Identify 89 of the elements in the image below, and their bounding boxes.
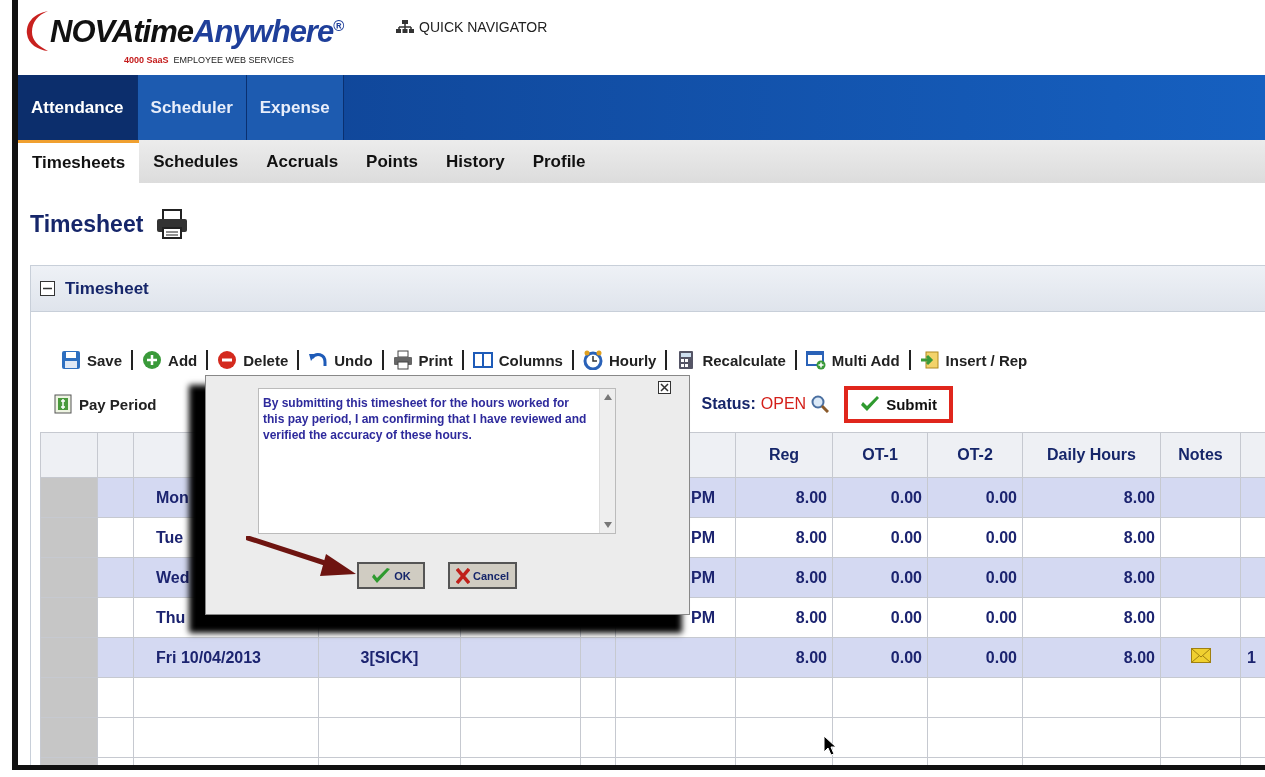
envelope-icon[interactable] [1190,648,1211,663]
column-header[interactable]: OT-2 [927,432,1023,478]
status-value: OPEN [760,395,807,413]
edition-label: 4000 SaaS [124,55,169,65]
table-cell: 1 [1247,648,1256,666]
panel-title: Timesheet [65,278,149,299]
sub-tab[interactable]: Profile [518,140,600,183]
sub-tab[interactable]: Points [352,140,433,183]
logo-swoosh-icon [26,10,48,52]
collapse-icon[interactable] [40,281,55,296]
table-cell: 0.00 [890,528,922,546]
checkmark-icon [371,567,392,584]
date-cell: Mon [156,488,189,506]
date-cell: Thu [156,608,186,626]
logo-wordmark: NOVAtime [50,14,193,49]
search-icon[interactable] [811,395,830,413]
date-cell: Tue [156,528,184,546]
scrollbar[interactable] [599,389,615,533]
table-cell: 8.00 [1123,608,1155,626]
column-header[interactable]: Daily Hours [1022,432,1161,478]
table-cell: 8.00 [795,488,827,506]
table-cell: 3[SICK] [360,648,419,666]
main-tab[interactable]: Expense [246,75,344,140]
checkmark-icon [860,396,881,412]
sub-tab[interactable]: History [432,140,519,183]
toolbar-button[interactable]: Columns [472,350,563,370]
table-cell: 0.00 [985,488,1017,506]
tagline: EMPLOYEE WEB SERVICES [173,55,294,65]
table-cell: 8.00 [1123,488,1155,506]
table-cell: 8.00 [795,568,827,586]
time-cell: PM [691,488,715,506]
page-title: Timesheet [30,210,144,238]
delete-icon [217,350,238,370]
toolbar-button[interactable]: Print [392,350,453,370]
quick-navigator-link[interactable]: QUICK NAVIGATOR [396,19,548,35]
table-cell: 8.00 [1123,528,1155,546]
toolbar-button[interactable]: Undo [308,350,373,370]
toolbar-button[interactable]: Save [61,350,123,370]
registered-mark: ® [333,16,344,34]
column-header[interactable]: Reg [735,432,833,478]
main-tab[interactable]: Attendance [18,75,138,140]
scroll-down-icon[interactable] [603,522,612,528]
time-cell: PM [691,568,715,586]
sub-tab[interactable]: Timesheets [18,140,140,183]
table-cell: 8.00 [1123,648,1155,666]
time-cell: PM [691,528,715,546]
add-icon [142,350,163,370]
toolbar-button[interactable]: Delete [217,350,289,370]
insert-icon [919,350,940,370]
date-cell: Fri 10/04/2013 [156,648,261,666]
cancel-button[interactable]: Cancel [448,562,518,589]
org-chart-icon [396,20,414,34]
confirmation-message: By submitting this timesheet for the hours worked for this pay period, I am confirming that I have reviewed and verified the accuracy of these hours. [263,395,587,444]
table-cell: 0.00 [985,608,1017,626]
submit-button[interactable]: Submit [844,385,953,423]
logo-wordmark-suffix: Anywhere [193,14,334,49]
toolbar-button[interactable]: Recalculate [676,350,786,370]
toolbar-button[interactable]: Add [142,350,198,370]
save-icon [61,350,81,370]
table-cell: 0.00 [890,608,922,626]
sub-tab[interactable]: Accruals [252,140,353,183]
table-cell: 0.00 [985,528,1017,546]
close-icon[interactable] [658,381,671,394]
columns-icon [472,350,493,370]
printer-icon[interactable] [155,208,190,240]
print-icon [392,350,413,370]
pay-period-button[interactable]: Pay Period [53,394,157,414]
toolbar-button[interactable]: Multi Add [805,350,900,370]
table-cell: 8.00 [795,528,827,546]
table-cell: 8.00 [795,648,827,666]
table-cell: 0.00 [985,568,1017,586]
column-header[interactable]: Notes [1160,432,1241,478]
sub-tab[interactable]: Schedules [139,140,253,183]
scroll-up-icon[interactable] [603,394,612,400]
time-cell: PM [691,608,715,626]
table-cell: 8.00 [1123,568,1155,586]
message-box[interactable]: By submitting this timesheet for the hours worked for this pay period, I am confirming that I have reviewed and verified the accuracy of these hours. [258,388,616,534]
ok-button[interactable]: OK [357,562,425,589]
x-mark-icon [456,567,470,584]
table-cell: 0.00 [985,648,1017,666]
toolbar-button[interactable]: Insert / Rep [919,350,1028,370]
column-header[interactable]: OT-1 [832,432,928,478]
main-tab[interactable]: Scheduler [137,75,247,140]
toolbar-button[interactable]: Hourly [582,350,657,370]
table-cell: 0.00 [890,488,922,506]
status-label: Status: [701,395,756,413]
table-cell: 0.00 [890,568,922,586]
table-cell: 0.00 [890,648,922,666]
table-cell: 8.00 [795,608,827,626]
